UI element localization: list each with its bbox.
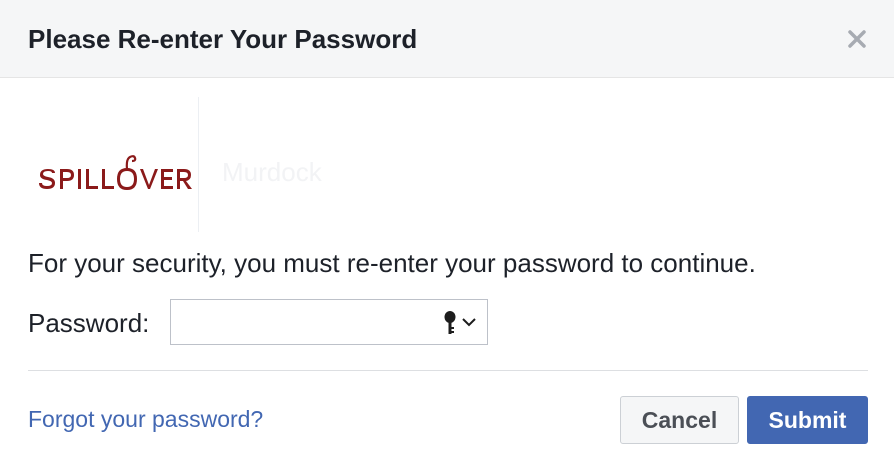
password-label: Password: [28,308,150,338]
forgot-password-link[interactable]: Forgot your password? [28,404,263,434]
profile-name: Murdock [222,157,322,187]
password-field-container [170,299,488,345]
security-message: For your security, you must re-enter you… [28,248,756,278]
reenter-password-dialog: Please Re-enter Your Password Murdock Fo… [0,0,894,466]
close-icon [848,30,866,48]
chevron-down-icon[interactable] [461,316,477,328]
cancel-button[interactable]: Cancel [620,396,739,444]
key-icon[interactable] [443,310,457,336]
dialog-header: Please Re-enter Your Password [0,0,894,78]
submit-button[interactable]: Submit [747,396,868,444]
footer-divider [28,370,868,371]
dialog-title: Please Re-enter Your Password [28,24,418,54]
close-button[interactable] [842,24,872,54]
profile-picture [26,97,199,232]
spillover-logo [39,155,192,190]
password-input[interactable] [171,300,431,344]
